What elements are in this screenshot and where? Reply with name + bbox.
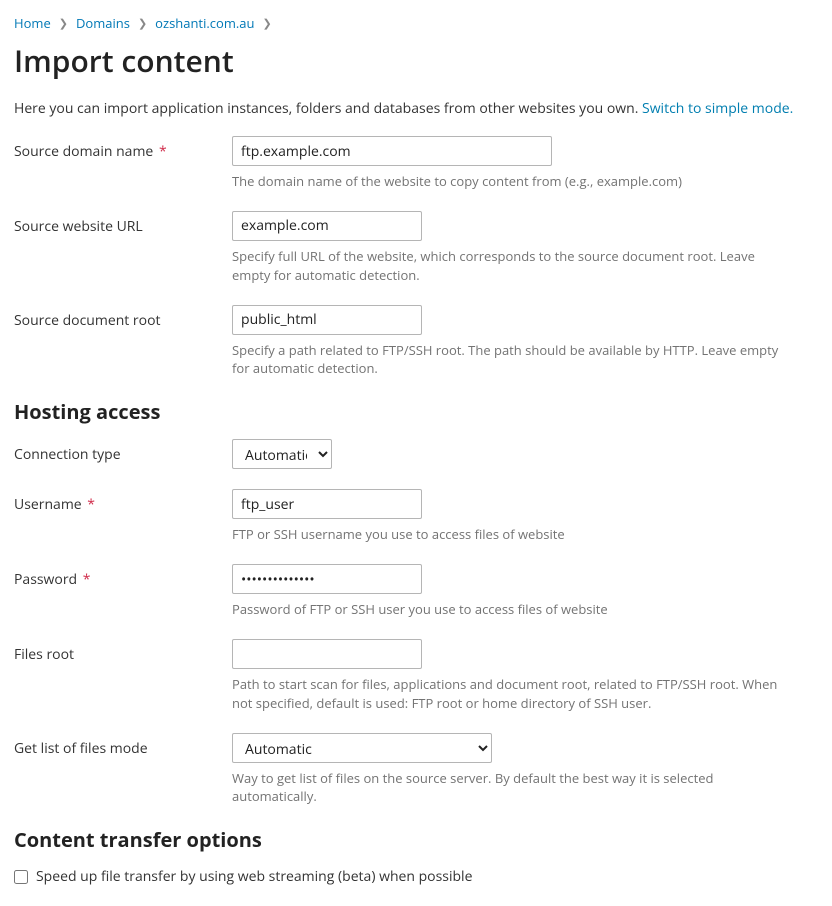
section-hosting-access: Hosting access [14,398,818,425]
hint-password: Password of FTP or SSH user you use to a… [232,600,792,619]
page-title: Import content [14,40,818,81]
source-url-input[interactable] [232,211,422,241]
required-mark: * [87,495,95,514]
username-input[interactable] [232,489,422,519]
row-files-root: Files root Path to start scan for files,… [14,639,818,713]
files-root-input[interactable] [232,639,422,669]
hint-list-mode: Way to get list of files on the source s… [232,769,792,807]
required-mark: * [83,570,91,589]
label-list-mode: Get list of files mode [14,733,232,758]
row-password: Password * Password of FTP or SSH user y… [14,564,818,619]
chevron-right-icon: ❯ [59,16,68,31]
connection-type-select[interactable]: Automatic [232,439,332,469]
breadcrumb-domains[interactable]: Domains [76,14,130,32]
row-connection-type: Connection type Automatic [14,439,818,469]
page-intro: Here you can import application instance… [14,99,818,118]
section-content-transfer: Content transfer options [14,826,818,853]
row-list-mode: Get list of files mode Automatic Way to … [14,733,818,807]
speedup-label[interactable]: Speed up file transfer by using web stre… [36,867,472,886]
row-speedup: Speed up file transfer by using web stre… [14,867,818,886]
switch-to-simple-mode-link[interactable]: Switch to simple mode. [642,99,793,118]
list-mode-select[interactable]: Automatic [232,733,492,763]
password-input[interactable] [232,564,422,594]
chevron-right-icon: ❯ [138,16,147,31]
row-source-docroot: Source document root Specify a path rela… [14,305,818,379]
breadcrumb: Home ❯ Domains ❯ ozshanti.com.au ❯ [14,14,818,32]
label-source-url: Source website URL [14,211,232,236]
hint-source-domain: The domain name of the website to copy c… [232,172,792,191]
row-source-url: Source website URL Specify full URL of t… [14,211,818,285]
intro-text: Here you can import application instance… [14,99,642,118]
label-files-root: Files root [14,639,232,664]
label-password: Password * [14,564,232,589]
label-connection-type: Connection type [14,439,232,464]
label-source-docroot: Source document root [14,305,232,330]
breadcrumb-home[interactable]: Home [14,14,51,32]
hint-username: FTP or SSH username you use to access fi… [232,525,792,544]
label-username: Username * [14,489,232,514]
breadcrumb-current-domain[interactable]: ozshanti.com.au [155,14,254,32]
row-source-domain: Source domain name * The domain name of … [14,136,818,191]
hint-source-url: Specify full URL of the website, which c… [232,247,792,285]
row-username: Username * FTP or SSH username you use t… [14,489,818,544]
required-mark: * [159,142,167,161]
label-source-domain: Source domain name * [14,136,232,161]
chevron-right-icon: ❯ [262,16,271,31]
source-domain-input[interactable] [232,136,552,166]
source-docroot-input[interactable] [232,305,422,335]
speedup-checkbox[interactable] [14,870,28,884]
hint-files-root: Path to start scan for files, applicatio… [232,675,792,713]
hint-source-docroot: Specify a path related to FTP/SSH root. … [232,341,792,379]
